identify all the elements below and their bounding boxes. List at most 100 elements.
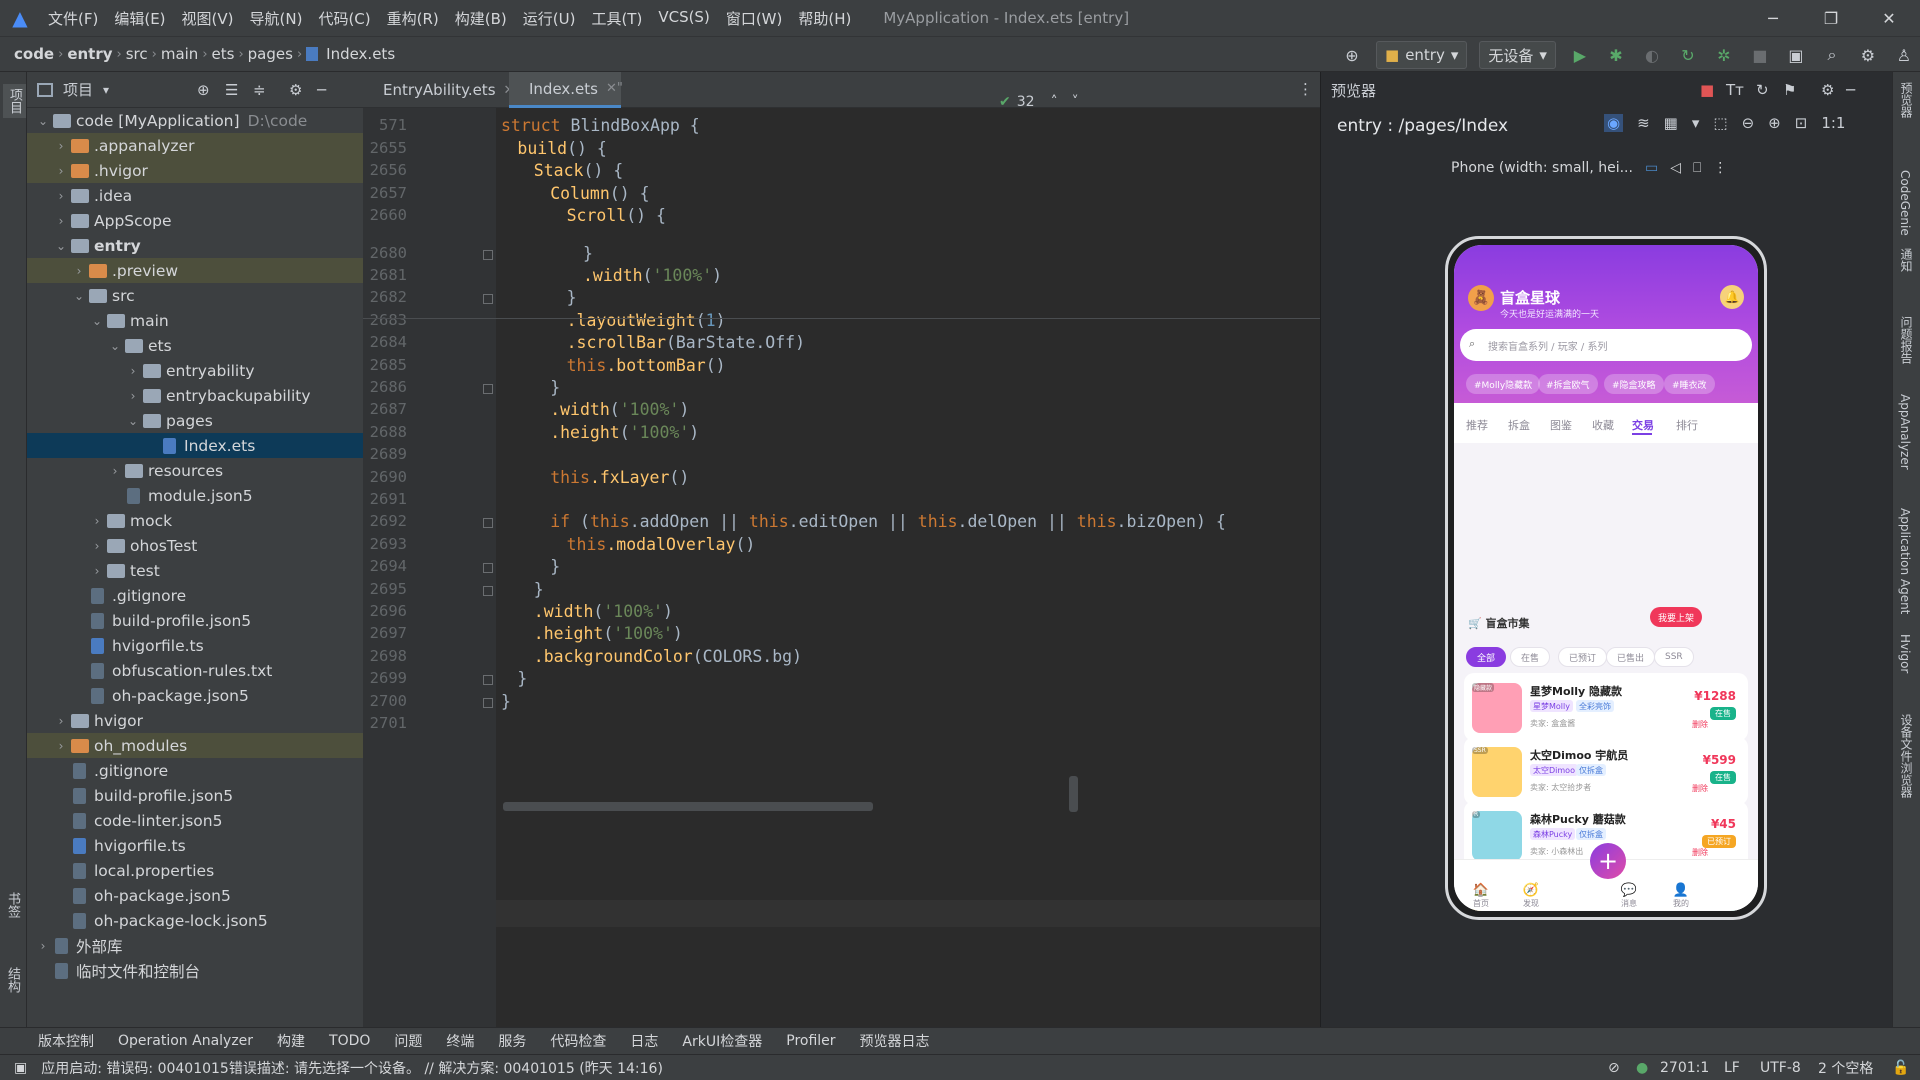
- fold-marker-icon[interactable]: [483, 518, 493, 529]
- bottom-nav-item[interactable]: 👤 我的: [1666, 883, 1696, 909]
- chevron-right-icon[interactable]: ›: [69, 264, 89, 278]
- bottom-tool-tab[interactable]: TODO: [329, 1033, 370, 1049]
- filter-chip[interactable]: 在售: [1510, 647, 1551, 667]
- tree-item[interactable]: › mock: [27, 508, 363, 533]
- panel-settings-gear-icon[interactable]: ⚙: [289, 81, 302, 99]
- bottom-tool-tab[interactable]: 代码检查: [550, 1031, 606, 1051]
- chevron-right-icon[interactable]: ›: [87, 539, 107, 553]
- inspection-widget[interactable]: ✔ 32 ˄ ˅: [999, 94, 1079, 110]
- bottom-nav-item[interactable]: 🧭 发现: [1516, 883, 1546, 909]
- right-tool-tab[interactable]: Application Agent: [1898, 508, 1912, 614]
- settings-gear-icon[interactable]: ⚙: [1856, 43, 1880, 67]
- stop-preview-icon[interactable]: ■: [1700, 81, 1714, 99]
- code-line[interactable]: .layoutWeight(1): [567, 311, 726, 330]
- hashtag-chip[interactable]: #睡衣改: [1664, 374, 1715, 394]
- tree-item[interactable]: › .hvigor: [27, 158, 363, 183]
- menu-item[interactable]: 重构(R): [379, 8, 447, 29]
- menu-item[interactable]: 代码(C): [310, 8, 378, 29]
- menu-item[interactable]: 文件(F): [40, 8, 106, 29]
- indent-setting[interactable]: 2 个空格: [1818, 1058, 1873, 1078]
- chevron-down-icon[interactable]: ⌄: [69, 289, 89, 303]
- delete-link[interactable]: 删除: [1692, 847, 1708, 858]
- tree-item[interactable]: › .appanalyzer: [27, 133, 363, 158]
- delete-link[interactable]: 删除: [1692, 719, 1708, 730]
- hide-preview-icon[interactable]: ─: [1846, 81, 1855, 99]
- code-line[interactable]: if (this.addOpen || this.editOpen || thi…: [550, 512, 1226, 531]
- chevron-down-icon[interactable]: ⌄: [123, 414, 143, 428]
- chevron-right-icon[interactable]: ›: [33, 939, 53, 953]
- expand-all-icon[interactable]: ☰: [225, 81, 238, 99]
- close-button[interactable]: ✕: [1860, 0, 1918, 36]
- chevron-down-icon[interactable]: ▾: [103, 83, 109, 97]
- tree-item[interactable]: module.json5: [27, 483, 363, 508]
- bottom-tool-tab[interactable]: 服务: [498, 1031, 526, 1051]
- code-line[interactable]: }: [567, 288, 577, 307]
- chevron-right-icon[interactable]: ›: [51, 739, 71, 753]
- right-tool-tab[interactable]: 通知: [1898, 248, 1915, 272]
- fold-marker-icon[interactable]: [483, 294, 493, 305]
- chevron-right-icon[interactable]: ›: [123, 389, 143, 403]
- right-tool-tab[interactable]: 预览器: [1898, 82, 1915, 118]
- sell-button[interactable]: 我要上架: [1650, 607, 1702, 627]
- file-encoding[interactable]: UTF-8: [1760, 1060, 1801, 1076]
- sdk-manager-icon[interactable]: ▣: [1784, 43, 1808, 67]
- code-line[interactable]: this.modalOverlay(): [567, 535, 756, 554]
- tree-item[interactable]: Index.ets: [27, 433, 363, 458]
- listing-card[interactable]: 隐藏款 星梦Molly 隐藏款 星梦Molly 全彩亮饰 卖家: 盒盒酱 ¥1288 在售删…: [1464, 673, 1748, 741]
- bottom-tool-tab[interactable]: 构建: [277, 1031, 305, 1051]
- chevron-down-icon[interactable]: ⌄: [33, 114, 53, 128]
- device-type-icon[interactable]: ▭: [1645, 160, 1658, 176]
- chevron-right-icon[interactable]: ›: [51, 164, 71, 178]
- bookmarks-tool-tab[interactable]: 书签: [3, 892, 22, 918]
- code-line[interactable]: .backgroundColor(COLORS.bg): [534, 647, 802, 666]
- menu-item[interactable]: 运行(U): [515, 8, 584, 29]
- menu-item[interactable]: 构建(B): [447, 8, 515, 29]
- attach-debugger-icon[interactable]: ✲: [1712, 43, 1736, 67]
- rotate-device-icon[interactable]: ⎕: [1693, 160, 1701, 176]
- breadcrumb-item[interactable]: Index.ets: [322, 45, 399, 63]
- breadcrumb-item[interactable]: ets: [208, 45, 239, 63]
- tree-item[interactable]: › .preview: [27, 258, 363, 283]
- fold-marker-icon[interactable]: [483, 383, 493, 394]
- delete-link[interactable]: 删除: [1692, 783, 1708, 794]
- code-line[interactable]: this.bottomBar(): [567, 356, 726, 375]
- close-tab-icon[interactable]: ✕": [606, 81, 623, 96]
- tab-5[interactable]: 排行: [1676, 417, 1698, 433]
- no-event-icon[interactable]: ⊘: [1608, 1060, 1620, 1076]
- tree-item[interactable]: .gitignore: [27, 583, 363, 608]
- tree-item[interactable]: oh-package.json5: [27, 883, 363, 908]
- zoom-in-icon[interactable]: ⊕: [1768, 114, 1781, 132]
- code-line[interactable]: }: [583, 244, 593, 263]
- reload-icon[interactable]: ↻: [1676, 43, 1700, 67]
- tab-2[interactable]: 图鉴: [1550, 417, 1572, 433]
- code-line[interactable]: struct BlindBoxApp {: [501, 116, 700, 135]
- fit-icon[interactable]: ⬚: [1713, 114, 1727, 132]
- bottom-tool-tab[interactable]: 版本控制: [38, 1031, 94, 1051]
- tree-item[interactable]: ⌄ ets: [27, 333, 363, 358]
- code-line[interactable]: this.fxLayer(): [550, 468, 689, 487]
- listing-card[interactable]: SSR 太空Dimoo 宇航员 太空Dimoo 仅拆盒 卖家: 太空拾步者 ¥599 在售删…: [1464, 737, 1748, 805]
- tree-item[interactable]: ⌄ main: [27, 308, 363, 333]
- structure-tool-tab[interactable]: 结构: [3, 967, 22, 993]
- menu-item[interactable]: 视图(V): [174, 8, 242, 29]
- chevron-down-icon[interactable]: ⌄: [105, 339, 125, 353]
- tree-item[interactable]: › oh_modules: [27, 733, 363, 758]
- tree-item[interactable]: › test: [27, 558, 363, 583]
- caret-position[interactable]: 2701:1: [1660, 1060, 1709, 1076]
- tree-item[interactable]: local.properties: [27, 858, 363, 883]
- notification-bell-icon[interactable]: 🔔: [1720, 285, 1744, 309]
- code-line[interactable]: .width('100%'): [534, 602, 673, 621]
- tree-item[interactable]: obfuscation-rules.txt: [27, 658, 363, 683]
- menu-item[interactable]: 工具(T): [583, 8, 650, 29]
- tree-item[interactable]: ⌄ code [MyApplication] D:\code: [27, 108, 363, 133]
- profile-icon[interactable]: ◐: [1640, 43, 1664, 67]
- account-icon[interactable]: ♙: [1892, 43, 1916, 67]
- chevron-right-icon[interactable]: ›: [51, 214, 71, 228]
- tree-item[interactable]: oh-package-lock.json5: [27, 908, 363, 933]
- bottom-nav-item[interactable]: 🏠 首页: [1466, 883, 1496, 909]
- target-icon[interactable]: ⊕: [1340, 43, 1364, 67]
- hashtag-chip[interactable]: #隐盒攻略: [1604, 374, 1664, 394]
- grid-icon[interactable]: ▦: [1664, 114, 1678, 132]
- menu-item[interactable]: VCS(S): [650, 8, 717, 29]
- code-line[interactable]: }: [501, 692, 511, 711]
